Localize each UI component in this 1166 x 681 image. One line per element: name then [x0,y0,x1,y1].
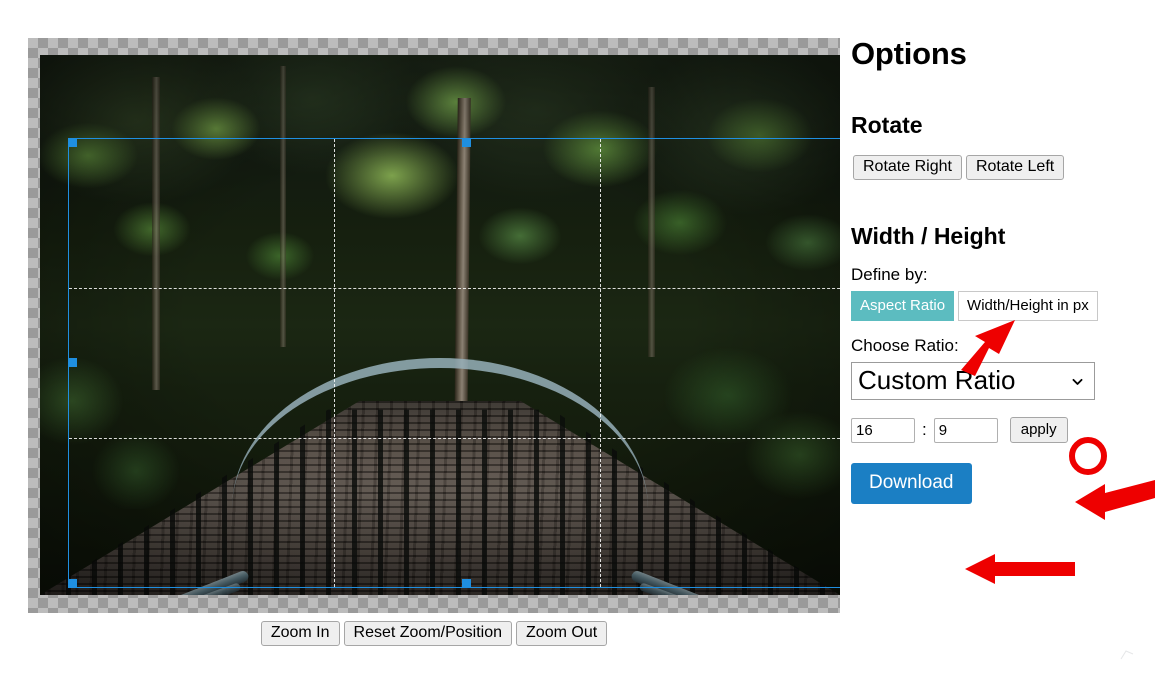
ratio-separator: : [922,420,927,440]
crop-grid-line-horizontal [69,288,840,289]
crop-handle-s[interactable] [462,579,471,588]
crop-canvas[interactable] [28,38,840,613]
ratio-select-wrapper: Custom Ratio [851,362,1095,400]
zoom-controls: Zoom InReset Zoom/PositionZoom Out [28,621,840,646]
crop-handle-w[interactable] [68,358,77,367]
rotate-section: Rotate Rotate RightRotate Left [851,111,1151,180]
width-height-section: Width / Height Define by: Aspect Ratio W… [851,222,1151,504]
crop-grid-line-horizontal [69,438,840,439]
options-panel: Options Rotate Rotate RightRotate Left W… [851,36,1151,504]
width-height-px-button[interactable]: Width/Height in px [958,291,1098,321]
apply-button[interactable]: apply [1010,417,1068,443]
crop-selection-overlay[interactable] [68,138,840,588]
define-by-label: Define by: [851,264,1151,286]
crop-handle-sw[interactable] [68,579,77,588]
download-button[interactable]: Download [851,463,972,504]
choose-ratio-label: Choose Ratio: [851,335,1151,357]
zoom-out-button[interactable]: Zoom Out [516,621,607,646]
width-height-heading: Width / Height [851,222,1151,250]
ratio-height-input[interactable] [934,418,998,443]
crop-handle-nw[interactable] [68,138,77,147]
corner-artifact [1120,650,1134,660]
ratio-select[interactable]: Custom Ratio [851,362,1095,400]
rotate-button-group: Rotate RightRotate Left [851,155,1151,180]
arrow-to-download-annotation [965,552,1077,586]
options-title: Options [851,36,1151,72]
rotate-heading: Rotate [851,111,1151,139]
custom-ratio-row: : apply [851,417,1151,443]
crop-grid-line-vertical [600,139,601,587]
define-by-segmented-control: Aspect Ratio Width/Height in px [851,291,1151,321]
crop-handle-n[interactable] [462,138,471,147]
crop-grid-line-vertical [334,139,335,587]
rotate-left-button[interactable]: Rotate Left [966,155,1064,180]
editor-column: Zoom InReset Zoom/PositionZoom Out [0,0,845,681]
reset-zoom-button[interactable]: Reset Zoom/Position [344,621,513,646]
rotate-right-button[interactable]: Rotate Right [853,155,962,180]
ratio-width-input[interactable] [851,418,915,443]
aspect-ratio-button[interactable]: Aspect Ratio [851,291,954,321]
zoom-in-button[interactable]: Zoom In [261,621,340,646]
